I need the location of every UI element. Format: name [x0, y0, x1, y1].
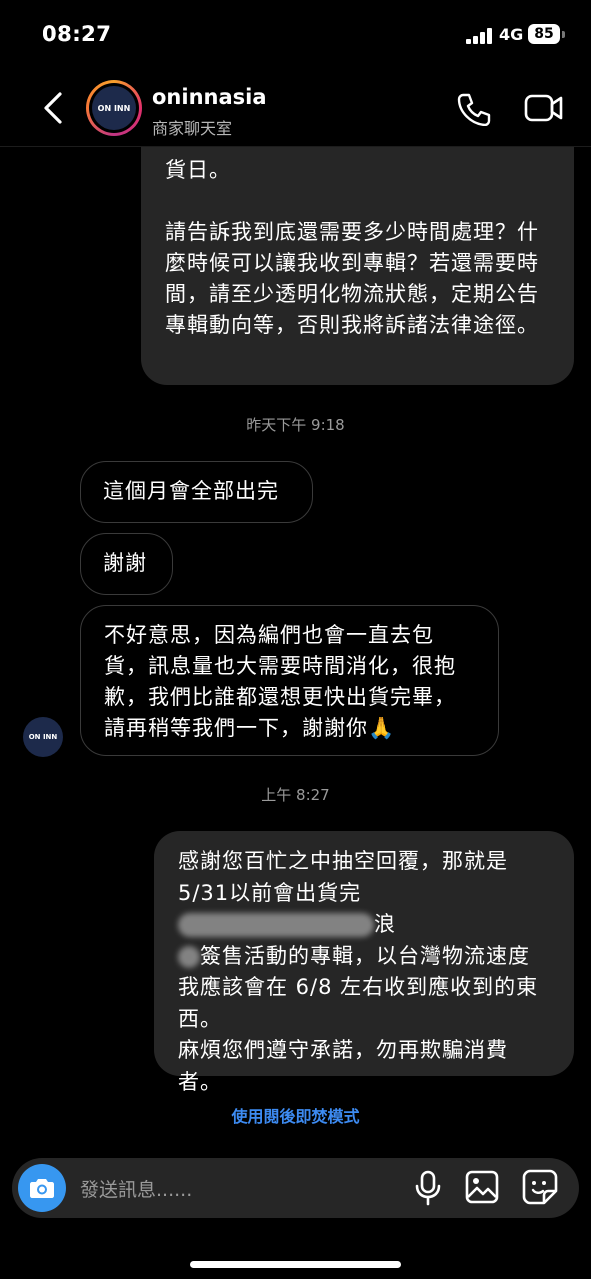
- redacted-blur: [178, 945, 200, 968]
- message-bubble-received[interactable]: 這個月會全部出完: [80, 461, 313, 523]
- message-text: 簽售活動的專輯，以台灣物流速度: [200, 943, 530, 968]
- phone-call-icon[interactable]: [456, 92, 492, 126]
- timestamp: 上午 8:27: [261, 786, 330, 804]
- message-input-placeholder[interactable]: 發送訊息......: [80, 1175, 192, 1202]
- status-time: 08:27: [42, 22, 112, 46]
- network-label: 4G: [499, 25, 524, 44]
- battery-tip: [562, 31, 565, 38]
- message-text: 浪: [374, 912, 396, 936]
- message-line: 麻煩您們遵守承諾，勿再欺騙消費: [178, 1038, 508, 1062]
- vanish-mode-link[interactable]: 使用閱後即焚模式: [0, 1103, 591, 1127]
- gallery-icon[interactable]: [465, 1170, 499, 1204]
- message-line: 我應該會在 6/8 左右收到應收到的東: [178, 975, 539, 999]
- home-indicator[interactable]: [190, 1261, 401, 1268]
- redacted-blur: [178, 913, 374, 937]
- message-line: 西。: [178, 1006, 222, 1031]
- message-line: 簽售活動的專輯，以台灣物流速度: [178, 941, 554, 973]
- message-bubble-received[interactable]: 謝謝: [80, 533, 173, 595]
- video-call-icon[interactable]: [524, 92, 564, 124]
- message-text: 貨日。: [165, 158, 231, 182]
- battery-indicator: 85: [528, 24, 560, 44]
- message-bubble-sent[interactable]: 感謝您百忙之中抽空回覆，那就是 5/31以前會出貨完浪 簽售活動的專輯，以台灣物…: [154, 831, 574, 1094]
- sender-avatar[interactable]: ON INN: [23, 717, 63, 757]
- chat-subtitle: 商家聊天室: [152, 119, 233, 138]
- timestamp: 昨天下午 9:18: [246, 416, 345, 434]
- chat-title[interactable]: oninnasia: [152, 85, 267, 109]
- message-line: 者。: [178, 1069, 222, 1094]
- signal-icon: [466, 28, 492, 44]
- message-text: 這個月會全部出完: [103, 479, 279, 503]
- message-bubble-sent[interactable]: 貨日。 請告訴我到底還需要多少時間處理？什麼時候可以讓我收到專輯？若還需要時間，…: [141, 110, 574, 385]
- message-text: 謝謝: [103, 551, 147, 575]
- header-divider: [0, 146, 591, 147]
- message-bubble-received[interactable]: 不好意思，因為編們也會一直去包貨，訊息量也大需要時間消化，很抱歉，我們比誰都還想…: [80, 605, 499, 756]
- sender-avatar-text: ON INN: [28, 733, 58, 741]
- avatar[interactable]: ON INN: [92, 86, 136, 130]
- sticker-icon[interactable]: [522, 1169, 558, 1205]
- message-text: 5/31以前會出貨完: [178, 880, 362, 905]
- microphone-icon[interactable]: [414, 1170, 442, 1206]
- message-line: 感謝您百忙之中抽空回覆，那就是: [178, 849, 508, 873]
- message-line: 5/31以前會出貨完浪: [178, 878, 554, 941]
- message-text: 請告訴我到底還需要多少時間處理？什麼時候可以讓我收到專輯？若還需要時間，請至少透…: [165, 220, 539, 337]
- back-icon[interactable]: [38, 90, 68, 126]
- avatar-logo-text: ON INN: [97, 103, 131, 113]
- camera-icon: [30, 1179, 54, 1198]
- camera-button[interactable]: [18, 1164, 66, 1212]
- message-text: 不好意思，因為編們也會一直去包貨，訊息量也大需要時間消化，很抱歉，我們比誰都還想…: [104, 623, 456, 740]
